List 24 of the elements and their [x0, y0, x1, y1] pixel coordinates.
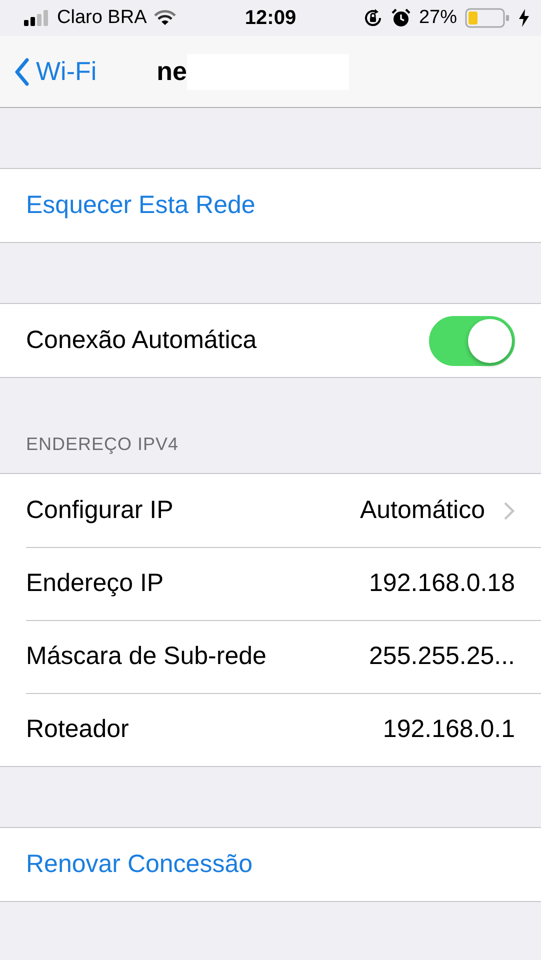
- row-label: Roteador: [26, 715, 130, 744]
- network-name-title: ne: [156, 56, 187, 87]
- row-value: Automático: [360, 496, 485, 525]
- battery-percent: 27%: [418, 7, 457, 29]
- carrier-name: Claro BRA: [57, 7, 147, 29]
- battery-icon: [465, 8, 511, 28]
- section-header: ENDEREÇO IPV4: [25, 433, 180, 456]
- clock-time: 12:09: [244, 6, 296, 30]
- chevron-icon[interactable]: [503, 500, 515, 520]
- alarm-clock-icon: [390, 8, 411, 28]
- charging-bolt-icon: [519, 9, 529, 27]
- row-label: Conexão Automática: [26, 326, 258, 355]
- rotation-lock-icon: [362, 8, 383, 28]
- signal-icon: [24, 10, 50, 26]
- back-button[interactable]: Wi-Fi: [14, 56, 97, 87]
- back-chevron-icon[interactable]: [14, 58, 30, 86]
- toggle-switch[interactable]: [429, 316, 515, 366]
- row-label: Endereço IP: [26, 569, 165, 598]
- wifi-icon: [154, 10, 176, 26]
- row-value: 255.255.25...: [369, 642, 515, 671]
- row-value: 192.168.0.1: [382, 715, 515, 744]
- row-value: 192.168.0.18: [369, 569, 515, 598]
- row-label: Máscara de Sub-rede: [26, 642, 268, 671]
- row-label: Configurar IP: [26, 496, 174, 525]
